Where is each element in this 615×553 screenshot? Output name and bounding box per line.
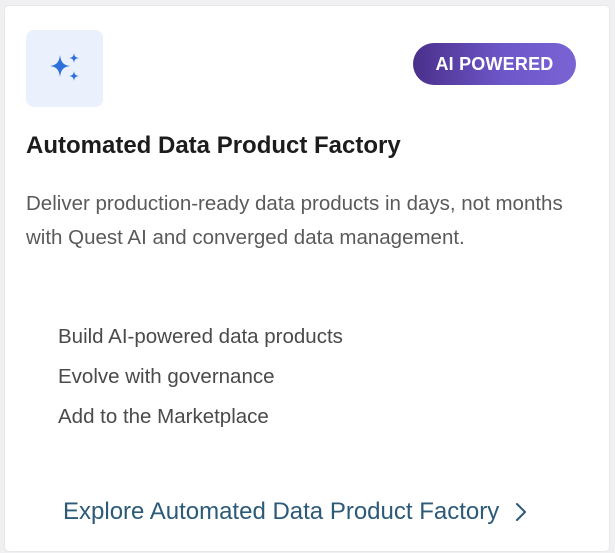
explore-link[interactable]: Explore Automated Data Product Factory: [63, 498, 527, 526]
product-card: AI POWERED Automated Data Product Factor…: [5, 6, 609, 551]
card-icon-container: [26, 30, 103, 107]
card-description: Deliver production-ready data products i…: [26, 192, 563, 249]
feature-item: Build AI-powered data products: [58, 325, 343, 348]
card-title: Automated Data Product Factory: [26, 132, 401, 159]
feature-list: Build AI-powered data products Evolve wi…: [58, 317, 343, 437]
ai-powered-badge: AI POWERED: [413, 43, 576, 85]
chevron-right-icon: [515, 502, 527, 522]
feature-item: Evolve with governance: [58, 365, 275, 388]
sparkles-icon: [49, 52, 79, 81]
explore-link-label: Explore Automated Data Product Factory: [63, 498, 500, 525]
feature-item: Add to the Marketplace: [58, 405, 269, 428]
